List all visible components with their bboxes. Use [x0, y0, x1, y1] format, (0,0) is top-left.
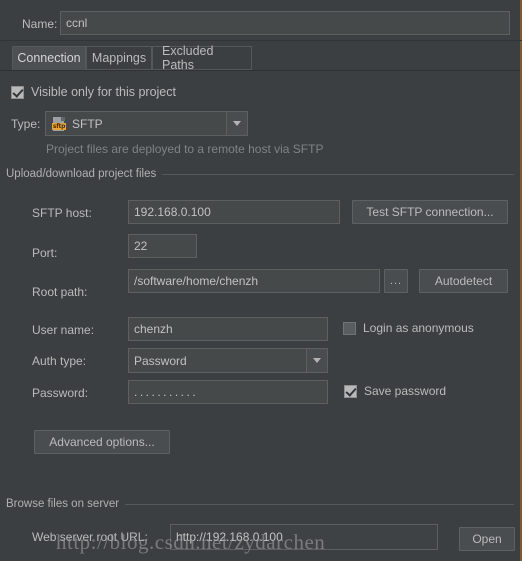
header-divider: [0, 40, 522, 41]
type-hint: Project files are deployed to a remote h…: [46, 142, 324, 156]
web-root-url-input[interactable]: http://192.168.0.100: [170, 524, 438, 550]
login-anonymous-checkbox-row[interactable]: Login as anonymous: [343, 321, 474, 335]
visible-only-label: Visible only for this project: [31, 85, 176, 99]
type-label: Type:: [11, 117, 41, 131]
password-label: Password:: [32, 386, 89, 400]
browse-group-header: Browse files on server: [6, 498, 514, 510]
sftp-host-value: 192.168.0.100: [134, 205, 211, 219]
name-input-value: ccnl: [66, 16, 88, 30]
type-select-value-wrap: sftp SFTP: [46, 116, 226, 131]
sftp-file-icon: sftp: [52, 116, 66, 131]
sftp-host-input[interactable]: 192.168.0.100: [128, 200, 340, 224]
auth-type-label: Auth type:: [32, 354, 87, 368]
name-input[interactable]: ccnl: [60, 11, 510, 35]
root-path-label: Root path:: [32, 285, 88, 299]
advanced-options-label: Advanced options...: [49, 435, 155, 449]
root-path-value: /software/home/chenzh: [134, 274, 259, 288]
advanced-options-button[interactable]: Advanced options...: [34, 430, 170, 454]
open-button[interactable]: Open: [459, 527, 515, 551]
chevron-down-icon: [233, 121, 241, 126]
checkbox-checked-icon[interactable]: [11, 85, 24, 99]
type-select-value: SFTP: [72, 116, 103, 131]
tab-mappings[interactable]: Mappings: [86, 46, 152, 70]
chevron-down-icon: [313, 358, 321, 363]
auth-type-select[interactable]: Password: [128, 348, 328, 373]
tab-underline: [0, 70, 520, 71]
open-button-label: Open: [472, 532, 502, 546]
auth-type-value: Password: [134, 353, 187, 368]
auth-type-select-arrow[interactable]: [306, 349, 327, 372]
tab-excluded-paths-label: Excluded Paths: [162, 44, 214, 72]
tab-connection[interactable]: Connection: [12, 46, 86, 70]
autodetect-button[interactable]: Autodetect: [419, 269, 508, 293]
checkbox-checked-icon[interactable]: [344, 384, 357, 398]
ellipsis-icon: ...: [389, 275, 403, 287]
password-input[interactable]: ...........: [128, 380, 328, 404]
tab-mappings-label: Mappings: [91, 51, 147, 65]
port-input[interactable]: 22: [128, 234, 197, 258]
sftp-icon-text: sftp: [52, 122, 66, 130]
login-anonymous-label: Login as anonymous: [363, 321, 474, 335]
name-label: Name:: [22, 17, 58, 31]
auth-type-value-wrap: Password: [129, 354, 306, 368]
sftp-host-label: SFTP host:: [32, 206, 92, 220]
save-password-checkbox-row[interactable]: Save password: [344, 384, 446, 398]
user-name-value: chenzh: [134, 322, 173, 336]
web-root-url-label: Web server root URL:: [32, 530, 148, 544]
web-root-url-value: http://192.168.0.100: [176, 530, 283, 544]
root-path-input[interactable]: /software/home/chenzh: [128, 269, 380, 293]
upload-group-title: Upload/download project files: [6, 168, 157, 180]
group-divider-line: [162, 173, 514, 175]
root-path-browse-button[interactable]: ...: [384, 269, 408, 293]
test-sftp-connection-label: Test SFTP connection...: [366, 205, 494, 219]
password-value: ...........: [134, 385, 199, 399]
port-label: Port:: [32, 246, 58, 260]
type-select-arrow[interactable]: [226, 112, 247, 135]
visible-only-checkbox-row[interactable]: Visible only for this project: [11, 85, 176, 99]
browse-group-title: Browse files on server: [6, 498, 120, 510]
remote-deployment-dialog: Name: ccnl Connection Mappings Excluded …: [0, 0, 522, 561]
port-value: 22: [134, 239, 148, 253]
save-password-label: Save password: [364, 384, 447, 398]
upload-group-header: Upload/download project files: [6, 168, 514, 180]
user-name-input[interactable]: chenzh: [128, 317, 328, 341]
tab-excluded-paths[interactable]: Excluded Paths: [152, 44, 252, 72]
type-select[interactable]: sftp SFTP: [45, 111, 248, 136]
checkbox-unchecked-icon[interactable]: [343, 321, 356, 335]
group-divider-line: [125, 503, 514, 505]
autodetect-label: Autodetect: [434, 274, 493, 288]
user-name-label: User name:: [32, 323, 95, 337]
tab-bar: Connection Mappings Excluded Paths: [0, 44, 522, 72]
test-sftp-connection-button[interactable]: Test SFTP connection...: [352, 200, 508, 224]
tab-connection-label: Connection: [17, 51, 81, 65]
